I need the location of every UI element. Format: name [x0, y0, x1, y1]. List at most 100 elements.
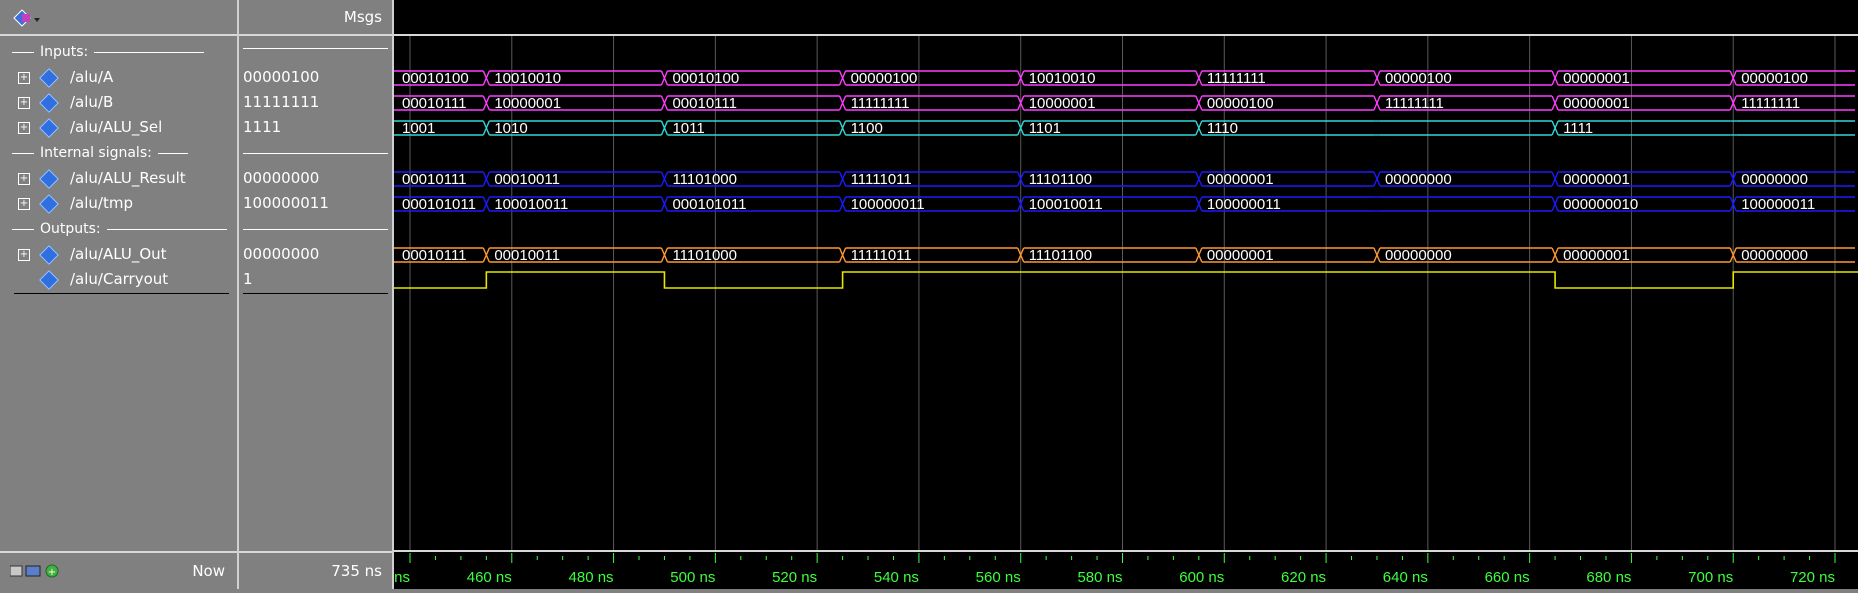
signals-header	[0, 0, 237, 36]
selection-underline	[243, 293, 388, 294]
bus-value: 1101	[1029, 120, 1061, 137]
value-tmp: 100000011	[243, 194, 329, 212]
footer-now-bar: + Now	[0, 551, 237, 591]
bus-value: 11111011	[851, 247, 912, 264]
ruler-label: 500 ns	[670, 569, 715, 586]
signal-values-pane: Msgs 00000100 11111111 1111 00000000 100…	[239, 0, 392, 589]
ruler-label: 540 ns	[874, 569, 919, 586]
bus-value: 11111111	[1385, 95, 1444, 112]
selection-underline	[14, 293, 229, 294]
bus-value: 100000011	[1741, 196, 1815, 213]
divider-line	[243, 153, 388, 154]
bus-value: 00000000	[1741, 247, 1808, 264]
value-alu-sel: 1111	[243, 118, 282, 136]
expand-icon[interactable]: +	[18, 122, 30, 134]
footer-now-value: 735 ns	[239, 551, 392, 591]
bus-value: 11111011	[851, 171, 912, 188]
expand-icon[interactable]: +	[18, 97, 30, 109]
wave-toolbar-icon[interactable]	[12, 8, 40, 27]
group-internal-signals: Internal signals:	[12, 143, 237, 163]
bus-value: 1001	[402, 120, 435, 137]
value-alu-out: 00000000	[243, 245, 320, 263]
value-b: 11111111	[243, 93, 320, 111]
bus-value: 00000001	[1207, 247, 1274, 264]
bus-value: 00000100	[1385, 70, 1452, 87]
group-internal-label: Internal signals:	[40, 145, 152, 161]
bus-value: 11111111	[1207, 70, 1266, 87]
bus-value: 00010111	[672, 95, 737, 112]
bus-value: 00010111	[402, 247, 467, 264]
bus-value: 00010011	[494, 247, 560, 264]
bus-value: 00000001	[1207, 171, 1274, 188]
bus-value: 00000100	[851, 70, 918, 87]
ruler-label: 660 ns	[1485, 569, 1530, 586]
bus-value: 00000001	[1563, 95, 1630, 112]
bus-value: 11111111	[1741, 95, 1800, 112]
bus-value: 00010111	[402, 95, 467, 112]
ruler-label: 680 ns	[1586, 569, 1631, 586]
ruler-label: 520 ns	[772, 569, 817, 586]
ruler-label: 720 ns	[1790, 569, 1835, 586]
now-label: Now	[192, 562, 225, 580]
expand-icon[interactable]: +	[18, 72, 30, 84]
bus-value: 00000001	[1563, 171, 1630, 188]
bus-value: 00010100	[402, 70, 469, 87]
svg-text:+: +	[48, 567, 56, 578]
expand-icon[interactable]: +	[18, 173, 30, 185]
bus-value: 11101100	[1029, 171, 1092, 188]
bus-value: 00010011	[494, 171, 560, 188]
bus-signal-icon	[39, 68, 59, 88]
ruler-label: 460 ns	[467, 569, 512, 586]
bus-value: 10000001	[1029, 95, 1096, 112]
cursor-tools-icon[interactable]: +	[9, 563, 66, 583]
ruler-label: 580 ns	[1077, 569, 1122, 586]
output-bus-icon	[39, 245, 59, 265]
waveform-canvas[interactable]: 00010100 10010010 00010100 00000100 10010010…	[358, 0, 1858, 589]
bus-value: 11101100	[1029, 247, 1092, 264]
group-inputs: Inputs:	[12, 42, 237, 62]
bus-value: 00010111	[402, 171, 467, 188]
bus-value: 00000000	[1385, 247, 1452, 264]
ruler-label: 440 ns	[394, 569, 410, 586]
msgs-label: Msgs	[343, 8, 382, 26]
bus-value: 100000011	[1207, 196, 1281, 213]
signal-name: /alu/Carryout	[70, 270, 169, 288]
bus-value: 00000001	[1563, 70, 1630, 87]
bus-value: 1110	[1207, 120, 1238, 137]
bus-value: 000000010	[1563, 196, 1638, 213]
output-bit-icon	[39, 270, 59, 290]
ruler-label: 560 ns	[976, 569, 1021, 586]
bus-signal-icon	[39, 194, 59, 214]
expand-icon[interactable]: +	[18, 249, 30, 261]
divider-line	[243, 229, 388, 230]
signal-name: /alu/ALU_Result	[70, 169, 186, 187]
bus-signal-icon	[39, 118, 59, 138]
ruler-label: 700 ns	[1688, 569, 1733, 586]
wave-toolbar-svg	[13, 9, 40, 27]
bus-value: 1100	[851, 120, 883, 137]
ruler-label: 620 ns	[1281, 569, 1326, 586]
ruler-label: 640 ns	[1383, 569, 1428, 586]
signal-name: /alu/A	[70, 68, 114, 86]
bus-value: 11101000	[672, 171, 737, 188]
waveform-pane[interactable]: 00010100 10010010 00010100 00000100 10010010…	[358, 0, 1858, 589]
value-alu-result: 00000000	[243, 169, 320, 187]
expand-icon[interactable]: +	[18, 198, 30, 210]
values-header: Msgs	[239, 0, 392, 36]
signal-names-pane: Inputs: + /alu/A + /alu/B + /alu/ALU_Sel…	[0, 0, 237, 589]
signal-name: /alu/B	[70, 93, 114, 111]
signal-name: /alu/ALU_Out	[70, 245, 167, 263]
bus-value: 1011	[672, 120, 704, 137]
signal-name: /alu/tmp	[70, 194, 133, 212]
bus-value: 1111	[1563, 120, 1593, 137]
cursor-tools-svg: +	[9, 564, 59, 578]
bus-value: 00000100	[1207, 95, 1274, 112]
bus-value: 1010	[494, 120, 527, 137]
value-a: 00000100	[243, 68, 320, 86]
bus-signal-icon	[39, 169, 59, 189]
ruler-label: 600 ns	[1179, 569, 1224, 586]
bus-value: 100010011	[1029, 196, 1103, 213]
bus-value: 10010010	[494, 70, 561, 87]
bus-value: 10000001	[494, 95, 561, 112]
bus-value: 00000000	[1741, 171, 1808, 188]
